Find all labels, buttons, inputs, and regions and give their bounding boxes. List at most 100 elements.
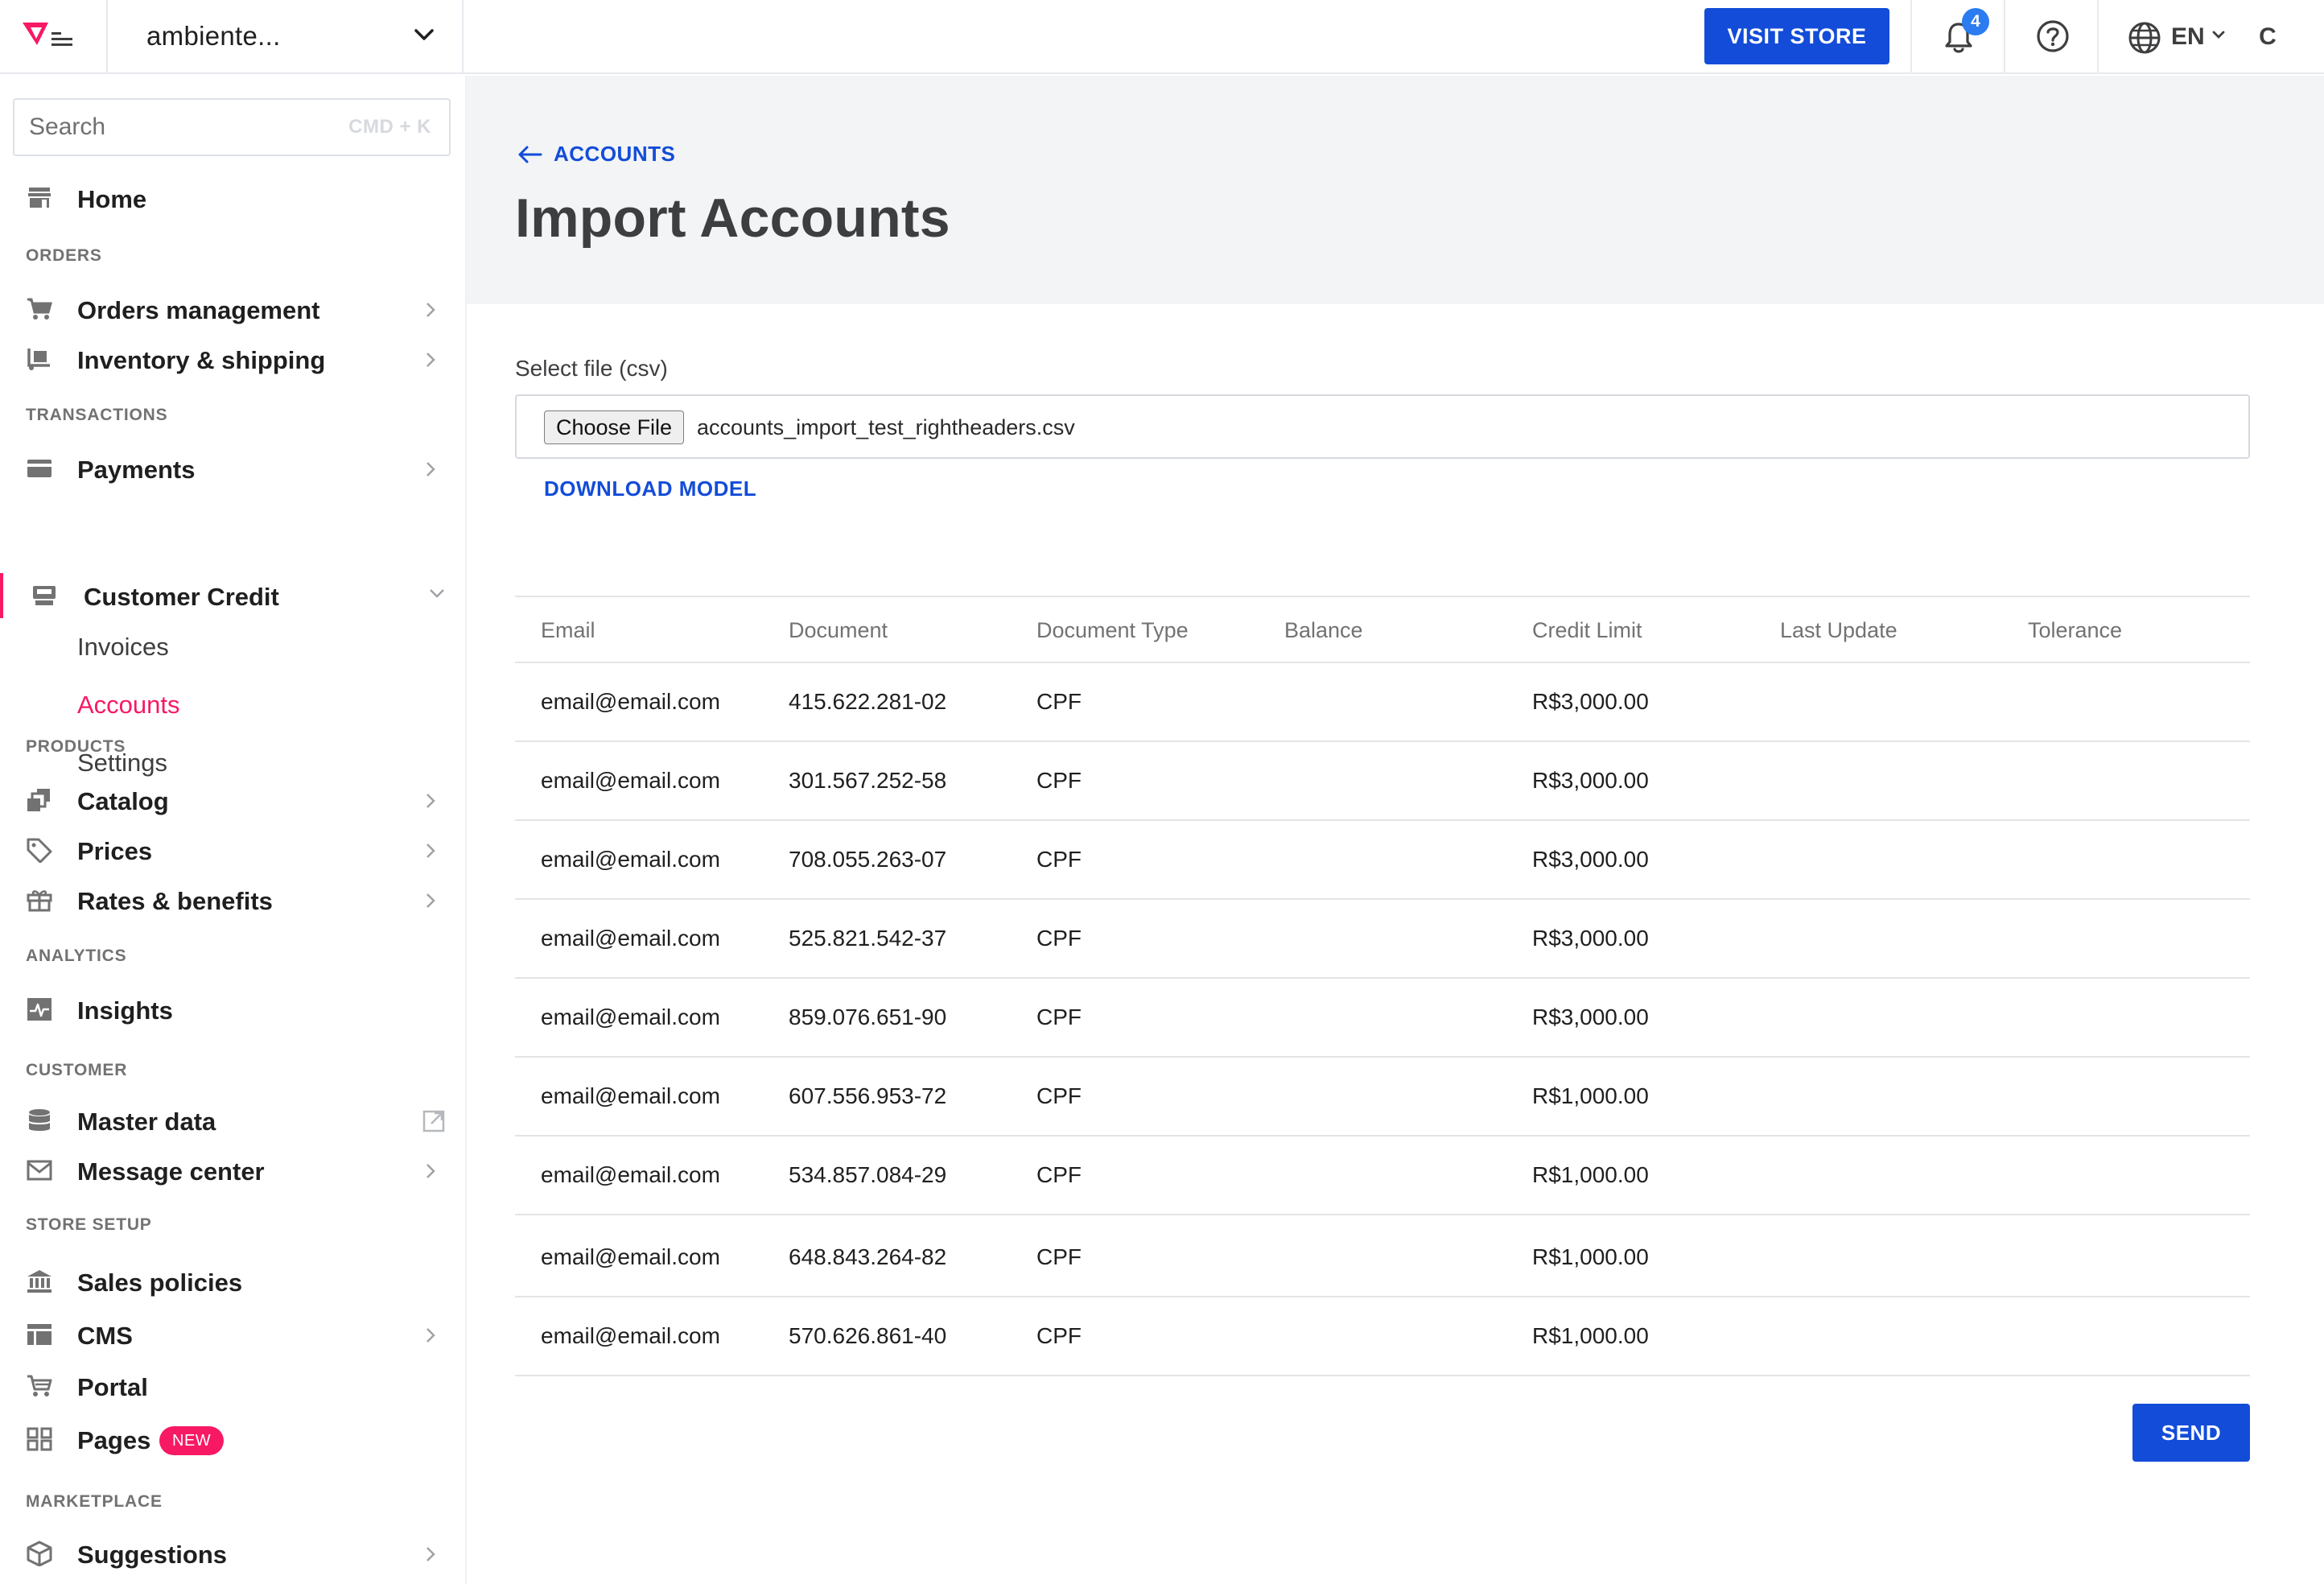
- sidebar-item-label: Insights: [77, 996, 173, 1025]
- column-header-document-type: Document Type: [1036, 618, 1189, 642]
- sidebar-subitem-accounts[interactable]: Accounts: [77, 691, 180, 720]
- choose-file-button[interactable]: Choose File: [544, 410, 685, 444]
- section-products: PRODUCTS: [26, 737, 126, 756]
- sidebar-item-orders-management[interactable]: Orders management: [0, 287, 465, 332]
- breadcrumb-label: ACCOUNTS: [554, 142, 676, 166]
- cell-document-type: CPF: [1036, 1323, 1082, 1348]
- breadcrumb-back-link[interactable]: ACCOUNTS: [517, 142, 675, 167]
- column-header-email: Email: [541, 618, 595, 642]
- vtex-logo-icon: [23, 23, 72, 46]
- sidebar-item-cms[interactable]: CMS: [0, 1312, 465, 1357]
- sidebar-item-sales-policies[interactable]: Sales policies: [0, 1259, 465, 1304]
- cell-document-type: CPF: [1036, 847, 1082, 872]
- section-analytics: ANALYTICS: [26, 947, 127, 965]
- chevron-right-icon: [426, 1547, 435, 1561]
- search-input[interactable]: [14, 100, 320, 155]
- sidebar-item-label: Home: [77, 185, 147, 213]
- cell-document: 648.843.264-82: [789, 1244, 947, 1269]
- section-store-setup: STORE SETUP: [26, 1215, 152, 1234]
- chevron-right-icon: [426, 1164, 435, 1178]
- table-row: email@email.com 534.857.084-29 CPF R$1,0…: [515, 1136, 2250, 1215]
- portal-cart-icon: [27, 1375, 52, 1396]
- sidebar-item-label: Inventory & shipping: [77, 346, 326, 374]
- cell-document: 415.622.281-02: [789, 689, 947, 714]
- notifications-button[interactable]: 4: [1910, 0, 2004, 74]
- insights-icon: [27, 998, 52, 1021]
- section-marketplace: MARKETPLACE: [26, 1492, 163, 1511]
- download-model-link[interactable]: DOWNLOAD MODEL: [544, 476, 756, 501]
- visit-store-button[interactable]: VISIT STORE: [1704, 8, 1889, 64]
- sidebar-item-label: Payments: [77, 456, 196, 484]
- sidebar-item-inventory-shipping[interactable]: Inventory & shipping: [0, 336, 465, 382]
- sidebar-item-master-data[interactable]: Master data: [0, 1098, 465, 1143]
- cell-document: 570.626.861-40: [789, 1323, 947, 1348]
- language-selector[interactable]: EN C: [2097, 0, 2324, 74]
- cell-document: 301.567.252-58: [789, 768, 947, 793]
- table-row: email@email.com 525.821.542-37 CPF R$3,0…: [515, 900, 2250, 979]
- search-box[interactable]: CMD + K: [13, 98, 451, 156]
- column-header-document: Document: [789, 618, 888, 642]
- sidebar-item-label: Catalog: [77, 787, 169, 815]
- new-badge: NEW: [159, 1426, 225, 1455]
- chevron-right-icon: [426, 893, 435, 908]
- column-header-tolerance: Tolerance: [2028, 618, 2123, 642]
- box-icon: [27, 1541, 52, 1566]
- accounts-table: Email Document Document Type Balance Cre…: [515, 596, 2250, 1376]
- sidebar-item-label: Portal: [77, 1373, 148, 1401]
- sidebar-item-pages[interactable]: Pages NEW: [0, 1417, 465, 1462]
- cell-document-type: CPF: [1036, 1083, 1082, 1108]
- cell-document: 525.821.542-37: [789, 926, 947, 951]
- account-selector[interactable]: ambiente...: [108, 0, 464, 74]
- cell-email: email@email.com: [541, 689, 720, 714]
- column-header-balance: Balance: [1284, 618, 1363, 642]
- sidebar-item-label: Prices: [77, 837, 153, 865]
- sidebar-item-label: Pages: [77, 1426, 151, 1454]
- table-row: email@email.com 859.076.651-90 CPF R$3,0…: [515, 979, 2250, 1058]
- top-bar: ambiente... VISIT STORE 4 EN C: [0, 0, 2324, 74]
- selected-file-name: accounts_import_test_rightheaders.csv: [697, 415, 1075, 439]
- cell-email: email@email.com: [541, 847, 720, 872]
- sidebar-item-home[interactable]: Home: [0, 175, 465, 221]
- sidebar-item-catalog[interactable]: Catalog: [0, 778, 465, 823]
- sidebar-item-label: Customer Credit: [84, 583, 279, 611]
- chevron-right-icon: [426, 303, 435, 317]
- cell-credit-limit: R$3,000.00: [1532, 926, 1649, 951]
- bank-icon: [27, 1270, 52, 1293]
- sidebar-item-suggestions[interactable]: Suggestions: [0, 1531, 465, 1576]
- cell-document-type: CPF: [1036, 1162, 1082, 1187]
- table-row: email@email.com 648.843.264-82 CPF R$1,0…: [515, 1215, 2250, 1297]
- layout-icon: [27, 1324, 52, 1345]
- user-avatar[interactable]: C: [2252, 21, 2284, 53]
- price-tag-icon: [27, 838, 52, 863]
- table-row: email@email.com 570.626.861-40 CPF R$1,0…: [515, 1297, 2250, 1376]
- sidebar-item-portal[interactable]: Portal: [0, 1363, 465, 1409]
- chevron-down-icon: [414, 29, 434, 40]
- chevron-down-icon: [2212, 31, 2225, 39]
- cell-document-type: CPF: [1036, 1244, 1082, 1269]
- cell-email: email@email.com: [541, 1323, 720, 1348]
- sidebar-item-label: Rates & benefits: [77, 887, 273, 915]
- sidebar: CMD + K Home ORDERS Orders management In…: [0, 76, 467, 1584]
- catalog-icon: [27, 789, 50, 811]
- credit-card-icon: [27, 460, 52, 477]
- sidebar-item-payments[interactable]: Payments: [0, 446, 465, 491]
- cell-document: 534.857.084-29: [789, 1162, 947, 1187]
- sidebar-subitem-invoices[interactable]: Invoices: [77, 633, 169, 662]
- cell-email: email@email.com: [541, 1083, 720, 1108]
- cell-document-type: CPF: [1036, 1004, 1082, 1029]
- help-button[interactable]: [2004, 0, 2097, 74]
- sidebar-item-prices[interactable]: Prices: [0, 827, 465, 872]
- sidebar-item-message-center[interactable]: Message center: [0, 1148, 465, 1193]
- file-input[interactable]: Choose File accounts_import_test_righthe…: [515, 394, 2250, 459]
- external-link-icon: [422, 1110, 445, 1132]
- send-button[interactable]: SEND: [2132, 1404, 2250, 1462]
- logo-menu-toggle[interactable]: [0, 0, 108, 74]
- sidebar-item-insights[interactable]: Insights: [0, 987, 465, 1032]
- cell-credit-limit: R$3,000.00: [1532, 689, 1649, 714]
- sidebar-item-rates-benefits[interactable]: Rates & benefits: [0, 877, 465, 922]
- file-input-label: Select file (csv): [515, 356, 668, 381]
- cell-email: email@email.com: [541, 1004, 720, 1029]
- section-transactions: TRANSACTIONS: [26, 406, 168, 424]
- sidebar-item-customer-credit[interactable]: Customer Credit: [0, 573, 465, 618]
- page-header: ACCOUNTS Import Accounts: [467, 76, 2324, 304]
